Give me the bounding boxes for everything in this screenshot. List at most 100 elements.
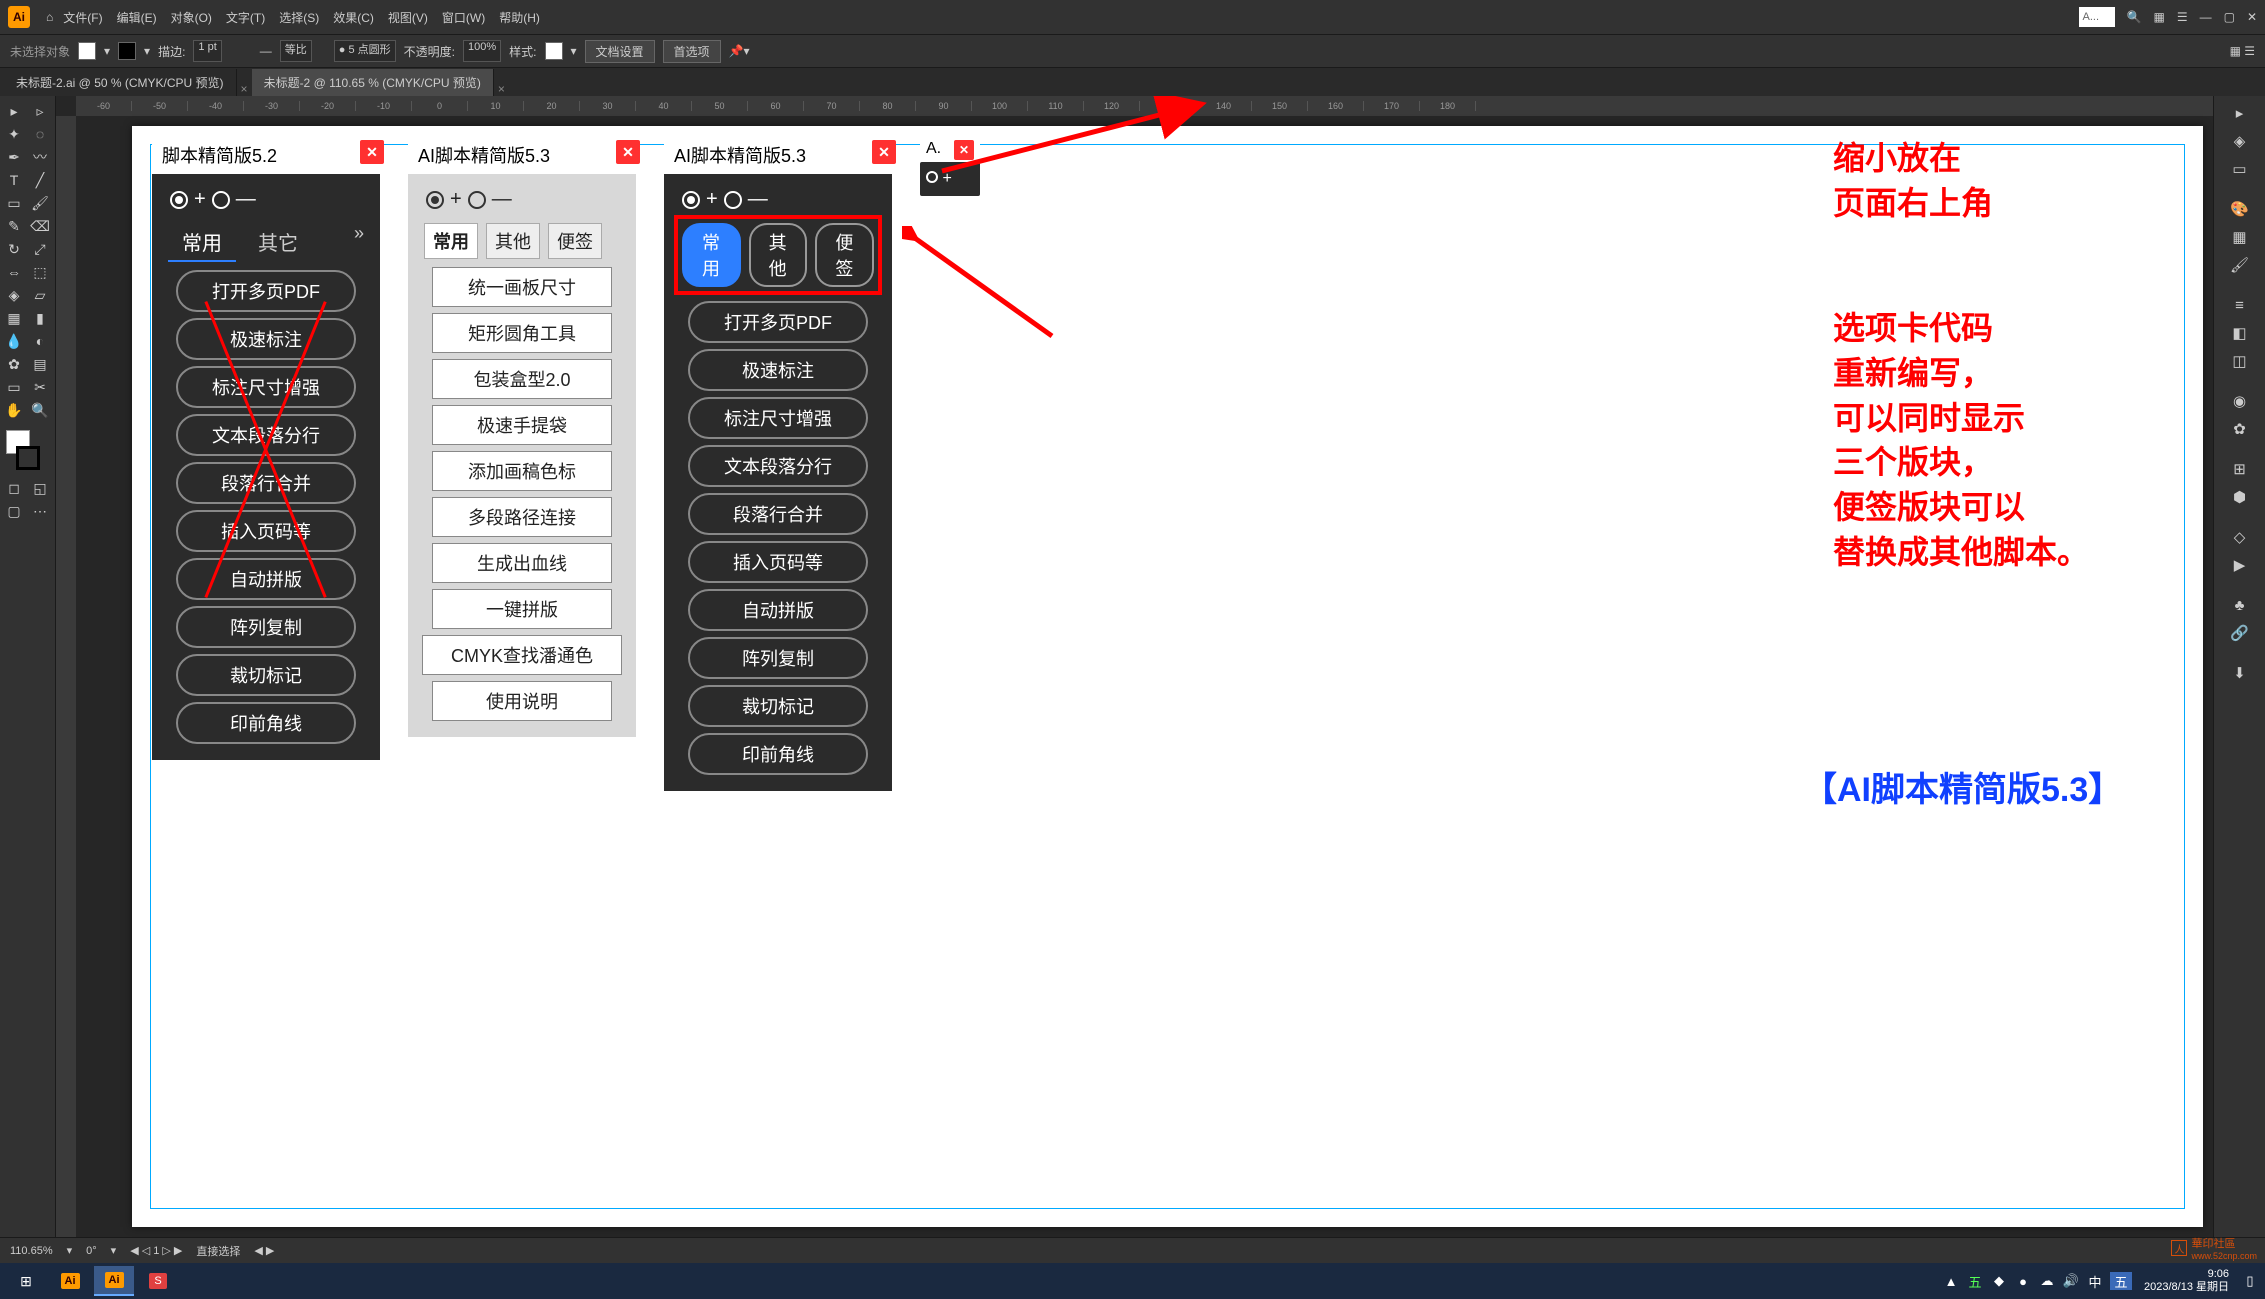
panel52-btn-5[interactable]: 插入页码等 [176,510,356,552]
artboard-tool[interactable]: ▭ [2,376,26,398]
edit-toolbar[interactable]: ⋯ [28,500,52,522]
panel52-btn-7[interactable]: 阵列复制 [176,606,356,648]
panel53l-btn-1[interactable]: 矩形圆角工具 [432,313,612,353]
screen-mode[interactable]: ▢ [2,500,26,522]
gradient-tool[interactable]: ▮ [28,307,52,329]
panel53d-btn-4[interactable]: 段落行合并 [688,493,868,535]
panel53l-btn-2[interactable]: 包装盒型2.0 [432,359,612,399]
panel52-btn-3[interactable]: 文本段落分行 [176,414,356,456]
width-tool[interactable]: ⇔ [2,261,26,283]
menu-window[interactable]: 窗口(W) [442,9,485,26]
panel53d-tab-note[interactable]: 便签 [815,223,874,287]
graphic-styles-panel-icon[interactable]: ✿ [2226,416,2254,442]
panel53d-btn-2[interactable]: 标注尺寸增强 [688,397,868,439]
close-icon[interactable]: ✕ [2247,10,2257,24]
panel53l-tab-common[interactable]: 常用 [424,223,478,259]
menu-help[interactable]: 帮助(H) [499,9,540,26]
slice-tool[interactable]: ✂ [28,376,52,398]
rotate-angle[interactable]: 0° [86,1245,97,1257]
panel52-btn-8[interactable]: 裁切标记 [176,654,356,696]
line-tool[interactable]: ╱ [28,169,52,191]
panel53l-btn-4[interactable]: 添加画稿色标 [432,451,612,491]
scrollbar-h[interactable]: ◀ ▶ [254,1244,2255,1257]
panel53l-tab-other[interactable]: 其他 [486,223,540,259]
panel-dock-icon[interactable]: ▦ ☰ [2230,44,2255,58]
opacity-input[interactable]: 100% [463,40,501,62]
blend-tool[interactable]: ◐ [28,330,52,352]
lasso-tool[interactable]: ◌ [28,123,52,145]
menu-edit[interactable]: 编辑(E) [117,9,157,26]
radio-icon[interactable] [212,191,230,209]
tray-icon-ime5[interactable]: 五 [1966,1272,1984,1290]
free-transform-tool[interactable]: ⬚ [28,261,52,283]
panel52-btn-4[interactable]: 段落行合并 [176,462,356,504]
panel53l-tab-note[interactable]: 便签 [548,223,602,259]
pen-tool[interactable]: ✒ [2,146,26,168]
tray-icon-4[interactable]: ☁ [2038,1272,2056,1290]
eyedropper-tool[interactable]: 💧 [2,330,26,352]
brush-tool[interactable]: 🖌 [28,192,52,214]
panel53d-btn-1[interactable]: 极速标注 [688,349,868,391]
panel52-expand-icon[interactable]: » [354,223,364,262]
doc-tab-2[interactable]: 未标题-2 @ 110.65 % (CMYK/CPU 预览) [252,69,494,96]
zoom-tool[interactable]: 🔍 [28,399,52,421]
doc-tab-1[interactable]: 未标题-2.ai @ 50 % (CMYK/CPU 预览) [4,69,237,96]
panel53d-btn-9[interactable]: 印前角线 [688,733,868,775]
canvas[interactable]: -60-50-40-30-20-100102030405060708090100… [56,96,2213,1237]
swatches-panel-icon[interactable]: ▦ [2226,224,2254,250]
shape-builder-tool[interactable]: ◈ [2,284,26,306]
perspective-tool[interactable]: ▱ [28,284,52,306]
taskbar-ai-active-icon[interactable]: Ai [94,1266,134,1296]
menu-view[interactable]: 视图(V) [388,9,428,26]
align-panel-icon[interactable]: ⊞ [2226,456,2254,482]
menu-effect[interactable]: 效果(C) [333,9,374,26]
radio-checked-icon[interactable] [682,191,700,209]
panel53d-tab-other[interactable]: 其他 [749,223,808,287]
show-desktop-button[interactable]: ▯ [2241,1272,2259,1290]
panel53d-btn-3[interactable]: 文本段落分行 [688,445,868,487]
stroke-panel-icon[interactable]: ≡ [2226,292,2254,318]
radio-checked-icon[interactable] [170,191,188,209]
panel52-close-button[interactable]: ✕ [360,140,384,164]
pathfinder-panel-icon[interactable]: ⬢ [2226,484,2254,510]
tray-ime-icon[interactable]: 中 [2086,1272,2104,1290]
stroke-swatch[interactable] [118,42,136,60]
scale-tool[interactable]: ⤢ [28,238,52,260]
panel53d-btn-7[interactable]: 阵列复制 [688,637,868,679]
menu-file[interactable]: 文件(F) [63,9,102,26]
tray-icon-2[interactable]: ◆ [1990,1272,2008,1290]
panel53l-btn-3[interactable]: 极速手提袋 [432,405,612,445]
panel52-btn-0[interactable]: 打开多页PDF [176,270,356,312]
panel52-btn-6[interactable]: 自动拼版 [176,558,356,600]
panel52-btn-1[interactable]: 极速标注 [176,318,356,360]
search-icon[interactable]: 🔍 [2127,10,2142,24]
menu-object[interactable]: 对象(O) [171,9,212,26]
panel53d-btn-8[interactable]: 裁切标记 [688,685,868,727]
symbol-sprayer-tool[interactable]: ✿ [2,353,26,375]
curvature-tool[interactable]: 〰 [28,146,52,168]
workspace-icon[interactable]: ☰ [2177,10,2188,24]
start-button[interactable]: ⊞ [6,1266,46,1296]
tray-icon-1[interactable]: ▲ [1942,1272,1960,1290]
transparency-panel-icon[interactable]: ◫ [2226,348,2254,374]
zoom-level[interactable]: 110.65% [10,1245,53,1257]
panel53l-close-button[interactable]: ✕ [616,140,640,164]
tray-icon-3[interactable]: ● [2014,1272,2032,1290]
home-icon[interactable]: ⌂ [46,10,53,24]
layers-panel-icon[interactable]: ◈ [2226,128,2254,154]
minimize-icon[interactable]: — [2200,10,2212,24]
tray-volume-icon[interactable]: 🔊 [2062,1272,2080,1290]
hand-tool[interactable]: ✋ [2,399,26,421]
gradient-panel-icon[interactable]: ◧ [2226,320,2254,346]
selection-tool[interactable]: ▸ [2,100,26,122]
panel53l-btn-8[interactable]: CMYK查找潘通色 [422,635,622,675]
panel52-btn-2[interactable]: 标注尺寸增强 [176,366,356,408]
panel53d-close-button[interactable]: ✕ [872,140,896,164]
menu-type[interactable]: 文字(T) [226,9,265,26]
taskbar-clock[interactable]: 9:06 2023/8/13 星期日 [2138,1268,2235,1294]
radio-checked-icon[interactable] [426,191,444,209]
pin-icon[interactable]: 📌▾ [729,44,750,58]
eraser-tool[interactable]: ⌫ [28,215,52,237]
rotate-tool[interactable]: ↻ [2,238,26,260]
search-input-top[interactable]: A... [2079,7,2115,27]
